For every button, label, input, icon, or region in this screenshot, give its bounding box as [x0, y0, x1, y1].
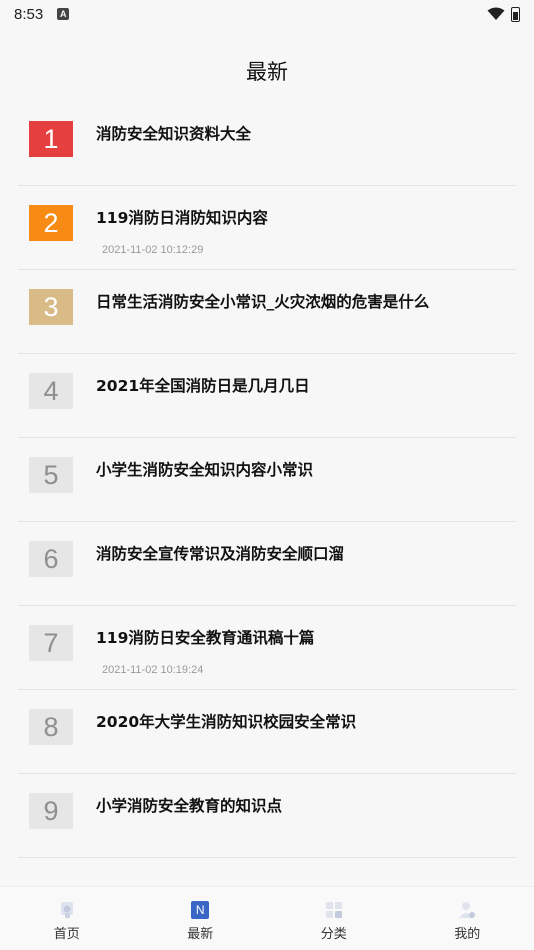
bottom-tab-bar: 首页 N 最新 分类 我的	[0, 886, 534, 950]
tab-label: 我的	[454, 927, 481, 942]
app-notification-icon: A	[57, 8, 70, 20]
home-icon	[60, 902, 73, 918]
tab-label: 最新	[187, 927, 214, 942]
list-item[interactable]: 4 2021年全国消防日是几月几日	[18, 354, 516, 438]
list-item[interactable]: 1 消防安全知识资料大全	[18, 102, 516, 186]
article-title: 2021年全国消防日是几月几日	[96, 377, 310, 395]
article-title: 日常生活消防安全小常识_火灾浓烟的危害是什么	[96, 293, 430, 311]
rank-badge: 4	[29, 373, 73, 409]
list-item[interactable]: 8 2020年大学生消防知识校园安全常识	[18, 690, 516, 774]
rank-badge: 8	[29, 709, 73, 745]
article-title: 2020年大学生消防知识校园安全常识	[96, 713, 357, 731]
status-icons	[487, 6, 520, 22]
tab-category[interactable]: 分类	[267, 887, 401, 950]
tab-label: 首页	[53, 927, 80, 942]
article-title: 消防安全宣传常识及消防安全顺口溜	[96, 545, 345, 563]
article-title: 119消防日安全教育通讯稿十篇	[96, 629, 315, 647]
tab-home[interactable]: 首页	[0, 887, 134, 950]
rank-badge: 9	[29, 793, 73, 829]
article-title: 119消防日消防知识内容	[96, 209, 268, 227]
profile-icon	[459, 902, 476, 918]
tab-label: 分类	[320, 927, 347, 942]
list-item[interactable]: 3 日常生活消防安全小常识_火灾浓烟的危害是什么	[18, 270, 516, 354]
rank-badge: 6	[29, 541, 73, 577]
page-title: 最新	[246, 60, 288, 84]
article-list: 1 消防安全知识资料大全 2 119消防日消防知识内容 2021-11-02 1…	[18, 102, 516, 858]
new-icon: N	[191, 901, 210, 919]
battery-icon	[511, 6, 520, 22]
list-item[interactable]: 5 小学生消防安全知识内容小常识	[18, 438, 516, 522]
rank-badge: 1	[29, 121, 73, 157]
status-time: 8:53	[14, 5, 44, 23]
rank-badge: 5	[29, 457, 73, 493]
article-title: 小学消防安全教育的知识点	[96, 797, 283, 815]
rank-badge: 2	[29, 205, 73, 241]
list-item[interactable]: 9 小学消防安全教育的知识点	[18, 774, 516, 858]
rank-badge: 7	[29, 625, 73, 661]
wifi-icon	[487, 7, 505, 20]
list-item[interactable]: 7 119消防日安全教育通讯稿十篇 2021-11-02 10:19:24	[18, 606, 516, 690]
article-date: 2021-11-02 10:12:29	[102, 244, 204, 256]
article-title: 小学生消防安全知识内容小常识	[96, 461, 314, 479]
article-date: 2021-11-02 10:19:24	[102, 664, 204, 676]
status-bar: 8:53 A	[0, 0, 534, 28]
rank-badge: 3	[29, 289, 73, 325]
tab-profile[interactable]: 我的	[401, 887, 534, 950]
list-item[interactable]: 6 消防安全宣传常识及消防安全顺口溜	[18, 522, 516, 606]
tab-latest[interactable]: N 最新	[134, 887, 268, 950]
article-title: 消防安全知识资料大全	[96, 125, 252, 143]
list-item[interactable]: 2 119消防日消防知识内容 2021-11-02 10:12:29	[18, 186, 516, 270]
category-icon	[325, 902, 342, 918]
